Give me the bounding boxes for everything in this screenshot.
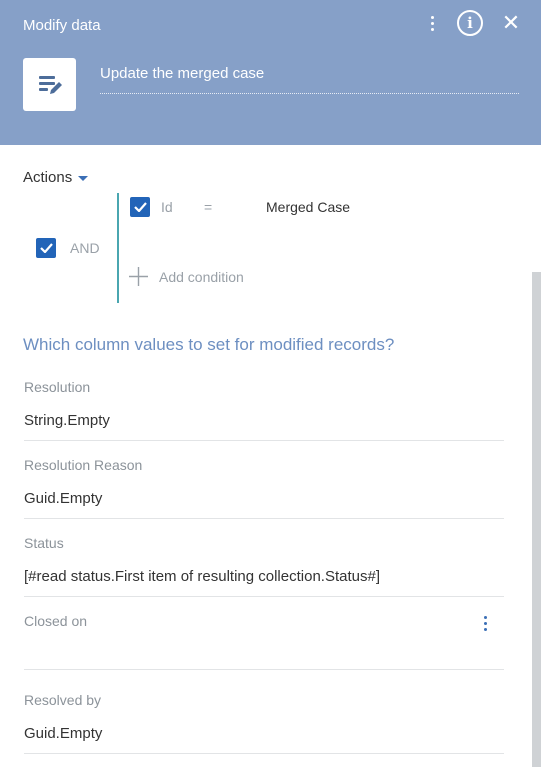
add-condition-label: Add condition [159, 268, 244, 285]
condition-checkbox[interactable] [130, 197, 150, 217]
close-icon[interactable]: ✕ [501, 10, 521, 36]
group-operator-label[interactable]: AND [70, 240, 100, 256]
add-condition-button[interactable]: Add condition [128, 266, 244, 287]
actions-label: Actions [23, 169, 73, 186]
element-name-field[interactable]: Update the merged case [100, 58, 519, 94]
plus-icon [129, 267, 148, 286]
field-value-status[interactable]: [#read status.First item of resulting co… [24, 568, 504, 597]
dialog-title: Modify data [23, 17, 101, 34]
field-value-resolved-by[interactable]: Guid.Empty [24, 725, 504, 754]
field-value-closed-on[interactable] [24, 641, 504, 670]
filter-group-line [117, 193, 119, 303]
condition-value[interactable]: Merged Case [266, 199, 350, 215]
element-icon-box [23, 58, 76, 111]
condition-operator[interactable]: = [204, 199, 212, 215]
more-vertical-icon[interactable] [481, 613, 489, 633]
condition-column[interactable]: Id [161, 199, 173, 215]
scrollbar[interactable] [532, 272, 541, 767]
info-icon[interactable]: i [457, 10, 483, 36]
and-group-checkbox[interactable] [36, 238, 56, 258]
checkmark-icon [133, 202, 147, 212]
element-name-text: Update the merged case [100, 65, 265, 82]
actions-dropdown[interactable]: Actions [23, 169, 89, 186]
field-label-status: Status [24, 535, 64, 551]
header-actions: i ✕ [425, 9, 521, 37]
caret-down-icon [78, 176, 89, 181]
field-label-resolved-by: Resolved by [24, 692, 102, 708]
more-vertical-icon[interactable] [425, 9, 439, 37]
field-label-closed-on: Closed on [24, 613, 88, 629]
edit-document-icon [38, 75, 62, 94]
field-label-resolution-reason: Resolution Reason [24, 457, 143, 473]
section-title: Which column values to set for modified … [23, 335, 395, 354]
checkmark-icon [39, 243, 53, 253]
field-value-resolution-reason[interactable]: Guid.Empty [24, 490, 504, 519]
dialog-header: Modify data i ✕ Update the merged case [0, 0, 541, 145]
field-label-resolution: Resolution [24, 379, 91, 395]
field-value-resolution[interactable]: String.Empty [24, 412, 504, 441]
